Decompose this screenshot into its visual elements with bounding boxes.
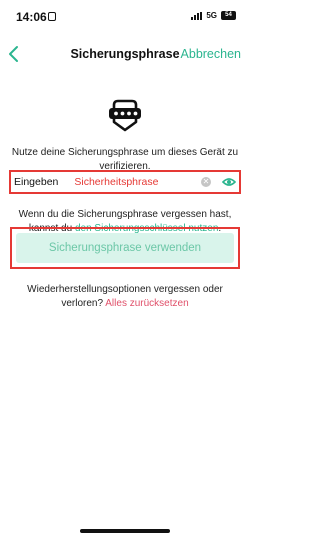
lock-icon — [48, 12, 56, 21]
cancel-button[interactable]: Abbrechen — [181, 47, 241, 61]
signal-icon — [191, 11, 203, 20]
network-label: 5G — [206, 11, 217, 20]
input-label: Eingeben — [14, 176, 59, 188]
shield-password-icon — [109, 99, 141, 132]
status-time: 14:06 — [16, 10, 47, 24]
clear-icon[interactable]: ✕ — [201, 177, 211, 187]
passphrase-input[interactable]: Sicherheitsphrase — [74, 176, 201, 188]
eye-icon[interactable] — [222, 177, 236, 187]
header: Sicherungsphrase Abbrechen — [0, 38, 250, 70]
status-bar: 14:06 5G 54 — [0, 0, 250, 34]
battery-icon: 54 — [221, 11, 236, 20]
use-passphrase-button[interactable]: Sicherungsphrase verwenden — [16, 233, 234, 263]
primary-button-highlight: Sicherungsphrase verwenden — [10, 227, 240, 269]
passphrase-field[interactable]: Eingeben Sicherheitsphrase ✕ — [9, 170, 241, 194]
recovery-text: Wiederherstellungsoptionen vergessen ode… — [8, 283, 242, 311]
status-indicators: 5G 54 — [191, 11, 236, 20]
reset-all-link[interactable]: Alles zurücksetzen — [105, 298, 188, 309]
home-indicator — [80, 529, 170, 533]
